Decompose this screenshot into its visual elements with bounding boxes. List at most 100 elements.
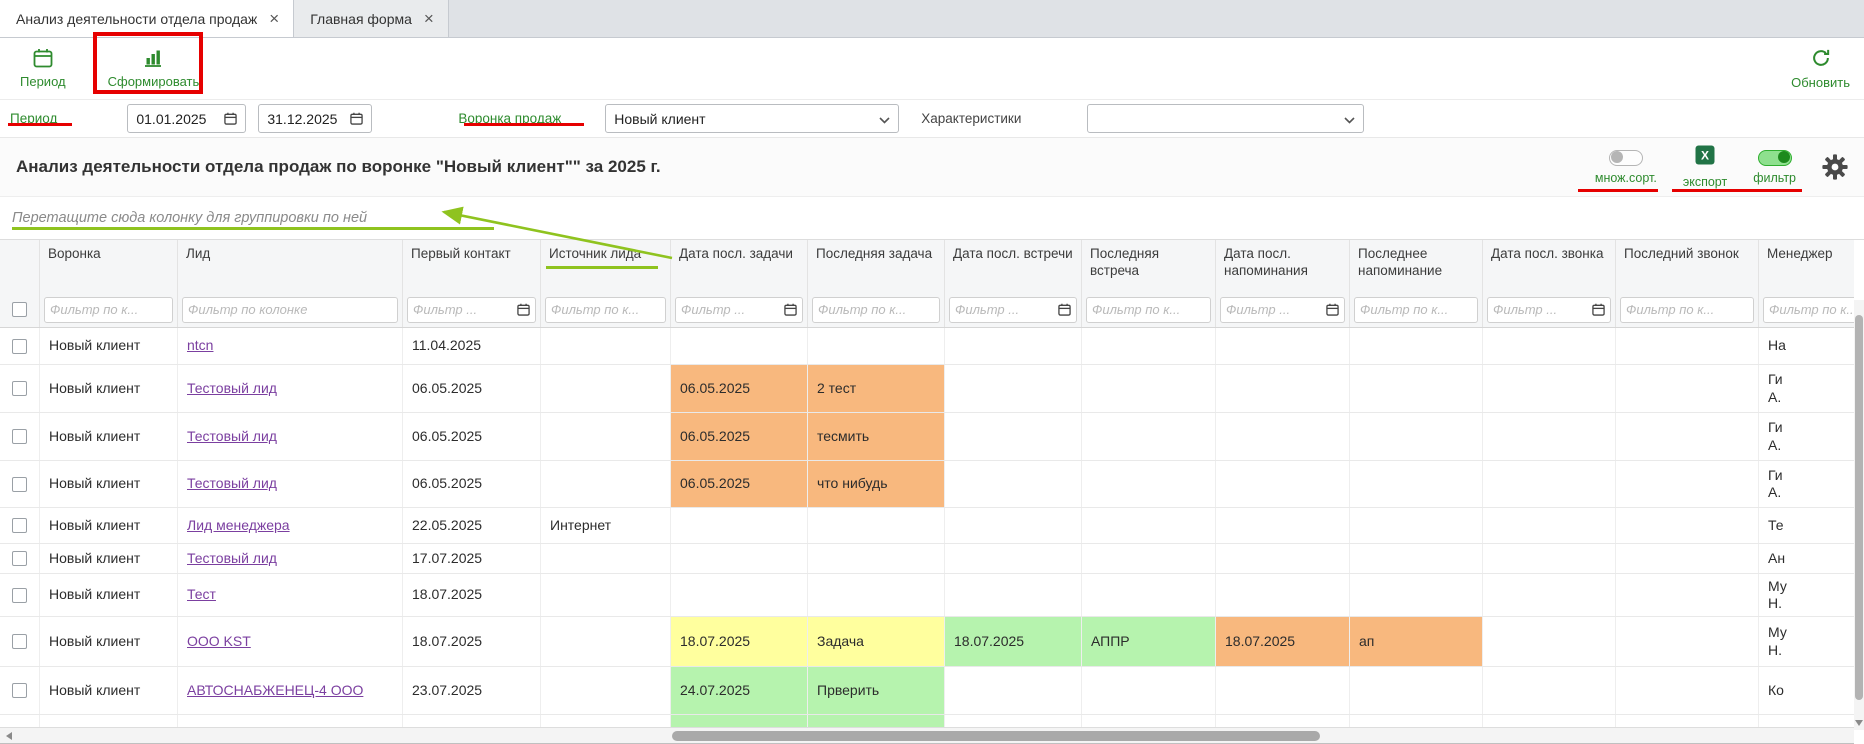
chevron-down-icon: [879, 111, 890, 127]
row-checkbox[interactable]: [12, 588, 27, 603]
calendar-icon[interactable]: [1592, 303, 1605, 316]
cell-last-call-date: [1483, 544, 1616, 573]
tab-active[interactable]: Анализ деятельности отдела продаж×: [0, 0, 294, 37]
filter-input[interactable]: [50, 302, 167, 317]
excel-export-icon[interactable]: X: [1695, 145, 1715, 170]
filter-input[interactable]: [1769, 302, 1854, 317]
column-header-last-call-date[interactable]: Дата посл. звонка: [1483, 240, 1616, 292]
column-header-manager[interactable]: Менеджер: [1759, 240, 1854, 292]
cell-first-contact: 22.05.2025: [403, 508, 541, 543]
lead-link[interactable]: Тестовый лид: [187, 550, 277, 568]
filter-input-last-meeting-date[interactable]: [949, 297, 1077, 323]
period-button[interactable]: Период: [20, 48, 66, 89]
filter-input-last-call-date[interactable]: [1487, 297, 1611, 323]
column-header-last-reminder-date[interactable]: Дата посл. напоминания: [1216, 240, 1350, 292]
cell-lead: АВТОСНАБЖЕНЕЦ-4 ООО: [178, 667, 403, 714]
row-checkbox[interactable]: [12, 477, 27, 492]
column-header-lead-source[interactable]: Источник лида: [541, 240, 671, 292]
filter-toggle[interactable]: [1758, 150, 1792, 166]
filter-input[interactable]: [188, 302, 392, 317]
calendar-icon[interactable]: [1326, 303, 1339, 316]
filter-input[interactable]: [1360, 302, 1472, 317]
column-header-last-meeting[interactable]: Последняя встреча: [1082, 240, 1216, 292]
generate-button[interactable]: Сформировать: [108, 48, 200, 89]
horizontal-scrollbar[interactable]: [0, 727, 1854, 744]
column-filter-cell-last-task: [808, 292, 945, 327]
filter-input-manager[interactable]: [1763, 297, 1854, 323]
filter-input-last-task[interactable]: [812, 297, 940, 323]
column-header-last-task-date[interactable]: Дата посл. задачи: [671, 240, 808, 292]
row-checkbox[interactable]: [12, 634, 27, 649]
column-header-funnel[interactable]: Воронка: [40, 240, 178, 292]
refresh-button[interactable]: Обновить: [1791, 47, 1850, 90]
lead-link[interactable]: Тест: [187, 586, 216, 604]
scroll-left-arrow-icon[interactable]: [6, 732, 12, 740]
filter-input[interactable]: [681, 302, 781, 317]
calendar-icon[interactable]: [350, 112, 363, 125]
filter-input-lead-source[interactable]: [545, 297, 666, 323]
column-header-lead[interactable]: Лид: [178, 240, 403, 292]
lead-link[interactable]: АВТОСНАБЖЕНЕЦ-4 ООО: [187, 682, 363, 700]
select-all-checkbox[interactable]: [12, 302, 27, 317]
filter-input[interactable]: [1226, 302, 1323, 317]
calendar-icon[interactable]: [1058, 303, 1071, 316]
cell-last-reminder: [1350, 544, 1483, 573]
cell-last-reminder-date: 18.07.2025: [1216, 617, 1350, 666]
horizontal-scroll-thumb[interactable]: [672, 731, 1320, 741]
scroll-down-arrow-icon[interactable]: [1855, 720, 1863, 726]
filter-input-last-meeting[interactable]: [1086, 297, 1211, 323]
filter-input[interactable]: [818, 302, 934, 317]
column-header-last-call[interactable]: Последний звонок: [1616, 240, 1759, 292]
filter-input-last-call[interactable]: [1620, 297, 1754, 323]
filter-bar: Период 01.01.2025 31.12.2025 Воронка про…: [0, 100, 1864, 138]
gear-icon[interactable]: [1822, 154, 1848, 180]
cell-manager: На: [1759, 328, 1854, 364]
filter-input-last-task-date[interactable]: [675, 297, 803, 323]
multisort-toggle[interactable]: [1609, 150, 1643, 166]
filter-input[interactable]: [1092, 302, 1205, 317]
filter-input[interactable]: [413, 302, 514, 317]
filter-input-funnel[interactable]: [44, 297, 173, 323]
row-checkbox[interactable]: [12, 429, 27, 444]
filter-input-first-contact[interactable]: [407, 297, 536, 323]
filter-input[interactable]: [955, 302, 1055, 317]
lead-link[interactable]: ntcn: [187, 337, 213, 355]
tab-close-icon[interactable]: ×: [269, 10, 279, 27]
row-checkbox[interactable]: [12, 683, 27, 698]
filter-input-last-reminder-date[interactable]: [1220, 297, 1345, 323]
lead-link[interactable]: Тестовый лид: [187, 428, 277, 446]
lead-link[interactable]: Тестовый лид: [187, 380, 277, 398]
lead-link[interactable]: Лид менеджера: [187, 517, 290, 535]
column-header-last-task[interactable]: Последняя задача: [808, 240, 945, 292]
row-checkbox[interactable]: [12, 381, 27, 396]
column-header-last-meeting-date[interactable]: Дата посл. встречи: [945, 240, 1082, 292]
filter-input-lead[interactable]: [182, 297, 398, 323]
cell-last-task-date: [671, 328, 808, 364]
filter-input[interactable]: [551, 302, 660, 317]
cell-last-task-date: 06.05.2025: [671, 461, 808, 507]
row-checkbox[interactable]: [12, 518, 27, 533]
filter-input[interactable]: [1493, 302, 1589, 317]
grouping-drop-zone[interactable]: Перетащите сюда колонку для группировки …: [0, 196, 1864, 240]
vertical-scroll-thumb[interactable]: [1855, 315, 1863, 700]
vertical-scrollbar[interactable]: [1854, 300, 1864, 730]
cell-last-reminder: [1350, 328, 1483, 364]
tab-inactive[interactable]: Главная форма×: [294, 0, 449, 37]
column-header-last-reminder[interactable]: Последнее напоминание: [1350, 240, 1483, 292]
lead-link[interactable]: Тестовый лид: [187, 475, 277, 493]
cell-last-task-date: 06.05.2025: [671, 413, 808, 460]
lead-link[interactable]: ООО KST: [187, 633, 251, 651]
characteristics-select[interactable]: [1087, 104, 1364, 133]
calendar-icon[interactable]: [224, 112, 237, 125]
filter-input[interactable]: [1626, 302, 1748, 317]
calendar-icon[interactable]: [784, 303, 797, 316]
funnel-select[interactable]: Новый клиент: [605, 104, 899, 133]
filter-input-last-reminder[interactable]: [1354, 297, 1478, 323]
date-from-input[interactable]: 01.01.2025: [127, 104, 246, 133]
calendar-icon[interactable]: [517, 303, 530, 316]
column-header-first-contact[interactable]: Первый контакт: [403, 240, 541, 292]
row-checkbox[interactable]: [12, 339, 27, 354]
tab-close-icon[interactable]: ×: [424, 10, 434, 27]
row-checkbox[interactable]: [12, 551, 27, 566]
date-to-input[interactable]: 31.12.2025: [258, 104, 372, 133]
